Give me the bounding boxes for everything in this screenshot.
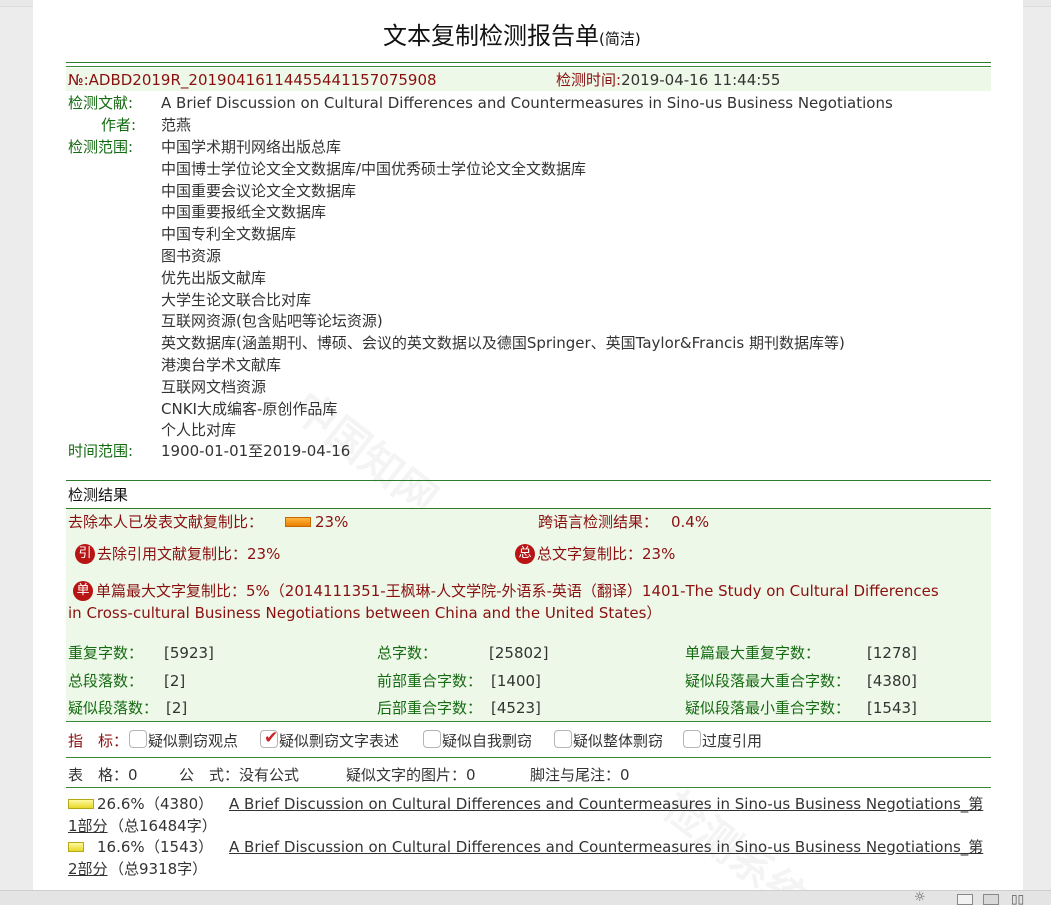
indicator-checkbox[interactable] bbox=[423, 730, 441, 748]
back-overlap-label: 后部重合字数： bbox=[377, 699, 483, 717]
quote-excluded: 去除引用文献复制比：23% bbox=[97, 545, 281, 563]
scope-item: CNKI大成编客-原创作品库 bbox=[161, 399, 338, 418]
dup-chars-value: [5923] bbox=[164, 644, 214, 662]
susp-para-min-label: 疑似段落最小重合字数： bbox=[685, 699, 851, 717]
report-number: №:ADBD2019R_20190416114455441157075908 bbox=[68, 71, 437, 89]
part-total: （总9318字） bbox=[109, 860, 208, 878]
results-header: 检测结果 bbox=[68, 486, 129, 504]
indicator-label: 疑似剽窃文字表述 bbox=[279, 732, 400, 750]
doc-title: A Brief Discussion on Cultural Differenc… bbox=[161, 94, 893, 112]
total-chars-label: 总字数： bbox=[377, 644, 438, 662]
indicator-label: 疑似整体剽窃 bbox=[573, 732, 664, 750]
watermark: 检测系统 bbox=[652, 775, 822, 890]
indicators-top-rule bbox=[66, 721, 991, 722]
images-count: 疑似文字的图片：0 bbox=[346, 766, 476, 784]
detect-time: 检测时间:2019-04-16 11:44:55 bbox=[556, 71, 781, 89]
scope-item: 中国博士学位论文全文数据库/中国优秀硕士学位论文全文数据库 bbox=[161, 159, 587, 178]
self-excluded-label: 去除本人已发表文献复制比： bbox=[68, 513, 264, 531]
doc-label: 检测文献: bbox=[68, 94, 134, 112]
indicator-label: 疑似自我剽窃 bbox=[442, 732, 533, 750]
tables-count: 表 格：0 bbox=[68, 766, 138, 784]
indicator-checkbox[interactable] bbox=[129, 730, 147, 748]
total-paras-value: [2] bbox=[164, 672, 186, 690]
susp-para-min-value: [1543] bbox=[867, 699, 917, 717]
indicator-label: 过度引用 bbox=[702, 732, 763, 750]
part-link[interactable]: A Brief Discussion on Cultural Differenc… bbox=[229, 837, 983, 857]
quote-badge-icon: 引 bbox=[75, 544, 95, 564]
part-link-continued[interactable]: 1部分 bbox=[68, 816, 108, 836]
similarity-bar bbox=[68, 799, 94, 809]
single-max-line1: 单篇最大文字复制比：5%（2014111351-王枫琳-人文学院-外语系-英语（… bbox=[96, 582, 939, 600]
checkmark-icon: ✔ bbox=[264, 728, 279, 748]
indicator-checkbox[interactable]: ✔ bbox=[260, 728, 279, 748]
title-rule-1 bbox=[66, 62, 991, 63]
part-percent: 16.6% bbox=[97, 838, 145, 856]
time-range-value: 1900-01-01至2019-04-16 bbox=[161, 442, 351, 460]
indicator-checkbox[interactable] bbox=[683, 730, 701, 748]
total-paras-label: 总段落数： bbox=[68, 672, 144, 690]
scope-item: 中国专利全文数据库 bbox=[161, 225, 297, 244]
report-page: 中国知网 检测系统 文本复制检测报告单(简洁) №:ADBD2019R_2019… bbox=[33, 0, 1023, 890]
author-name: 范燕 bbox=[161, 116, 192, 134]
susp-paras-value: [2] bbox=[166, 699, 188, 717]
self-excluded-bar bbox=[285, 517, 311, 527]
dup-chars-label: 重复字数： bbox=[68, 644, 144, 662]
part-link-continued[interactable]: 2部分 bbox=[68, 859, 108, 879]
scope-label: 检测范围: bbox=[68, 138, 134, 156]
scope-item: 港澳台学术文献库 bbox=[161, 356, 282, 374]
similarity-bar bbox=[68, 842, 84, 852]
total-badge-icon: 总 bbox=[515, 544, 535, 564]
results-top-rule bbox=[66, 480, 991, 481]
susp-para-max-value: [4380] bbox=[867, 672, 917, 690]
scope-item: 图书资源 bbox=[161, 247, 222, 265]
misc-bottom-rule bbox=[66, 787, 991, 788]
total-copy: 总文字复制比：23% bbox=[537, 545, 676, 563]
scope-item: 中国学术期刊网络出版总库 bbox=[161, 138, 342, 156]
part-percent: 26.6% bbox=[97, 795, 145, 813]
scope-item: 中国重要会议论文全文数据库 bbox=[161, 181, 357, 200]
single-page-view-icon[interactable] bbox=[957, 894, 973, 905]
scope-item: 优先出版文献库 bbox=[161, 268, 267, 287]
back-overlap-value: [4523] bbox=[491, 699, 541, 717]
page-title: 文本复制检测报告单(简洁) bbox=[383, 22, 641, 50]
single-max-line2: in Cross-cultural Business Negotiations … bbox=[68, 604, 662, 622]
front-overlap-value: [1400] bbox=[491, 672, 541, 690]
scope-item: 互联网资源(包含贴吧等论坛资源) bbox=[161, 312, 383, 331]
cross-lang-label: 跨语言检测结果： bbox=[538, 513, 659, 531]
book-view-icon[interactable]: ▯▯ bbox=[1011, 893, 1024, 905]
max-single-dup-label: 单篇最大重复字数： bbox=[685, 644, 821, 662]
max-single-dup-value: [1278] bbox=[867, 644, 917, 662]
susp-para-max-label: 疑似段落最大重合字数： bbox=[685, 672, 851, 690]
author-label: 作者: bbox=[101, 116, 137, 134]
scope-item: 个人比对库 bbox=[161, 421, 237, 440]
indicator-checkbox[interactable] bbox=[554, 730, 572, 748]
cross-lang-value: 0.4% bbox=[671, 513, 710, 531]
scope-item: 互联网文档资源 bbox=[161, 377, 267, 396]
total-chars-value: [25802] bbox=[489, 644, 549, 662]
time-range-label: 时间范围: bbox=[68, 442, 134, 460]
continuous-view-icon[interactable] bbox=[983, 894, 999, 905]
scope-item: 大学生论文联合比对库 bbox=[161, 290, 312, 309]
indicators-bottom-rule bbox=[66, 757, 991, 758]
scope-item: 英文数据库(涵盖期刊、博硕、会议的英文数据以及德国Springer、英国Tayl… bbox=[161, 334, 845, 353]
indicators-label: 指 标： bbox=[68, 732, 129, 750]
part-total: （总16484字） bbox=[109, 817, 217, 835]
brightness-icon[interactable]: ☼ bbox=[914, 891, 926, 905]
front-overlap-label: 前部重合字数： bbox=[377, 672, 483, 690]
part-link[interactable]: A Brief Discussion on Cultural Differenc… bbox=[229, 794, 983, 814]
footnotes-count: 脚注与尾注：0 bbox=[530, 766, 630, 784]
scope-item: 中国重要报纸全文数据库 bbox=[161, 203, 327, 222]
indicator-label: 疑似剽窃观点 bbox=[148, 732, 239, 750]
susp-paras-label: 疑似段落数： bbox=[68, 699, 159, 717]
formulas-count: 公 式：没有公式 bbox=[179, 766, 300, 784]
viewer-status-bar bbox=[0, 890, 1051, 905]
part-count: （4380） bbox=[145, 795, 214, 813]
self-excluded-value: 23% bbox=[315, 513, 349, 531]
single-badge-icon: 单 bbox=[73, 581, 93, 601]
title-rule-2 bbox=[66, 66, 991, 67]
part-count: （1543） bbox=[145, 838, 214, 856]
